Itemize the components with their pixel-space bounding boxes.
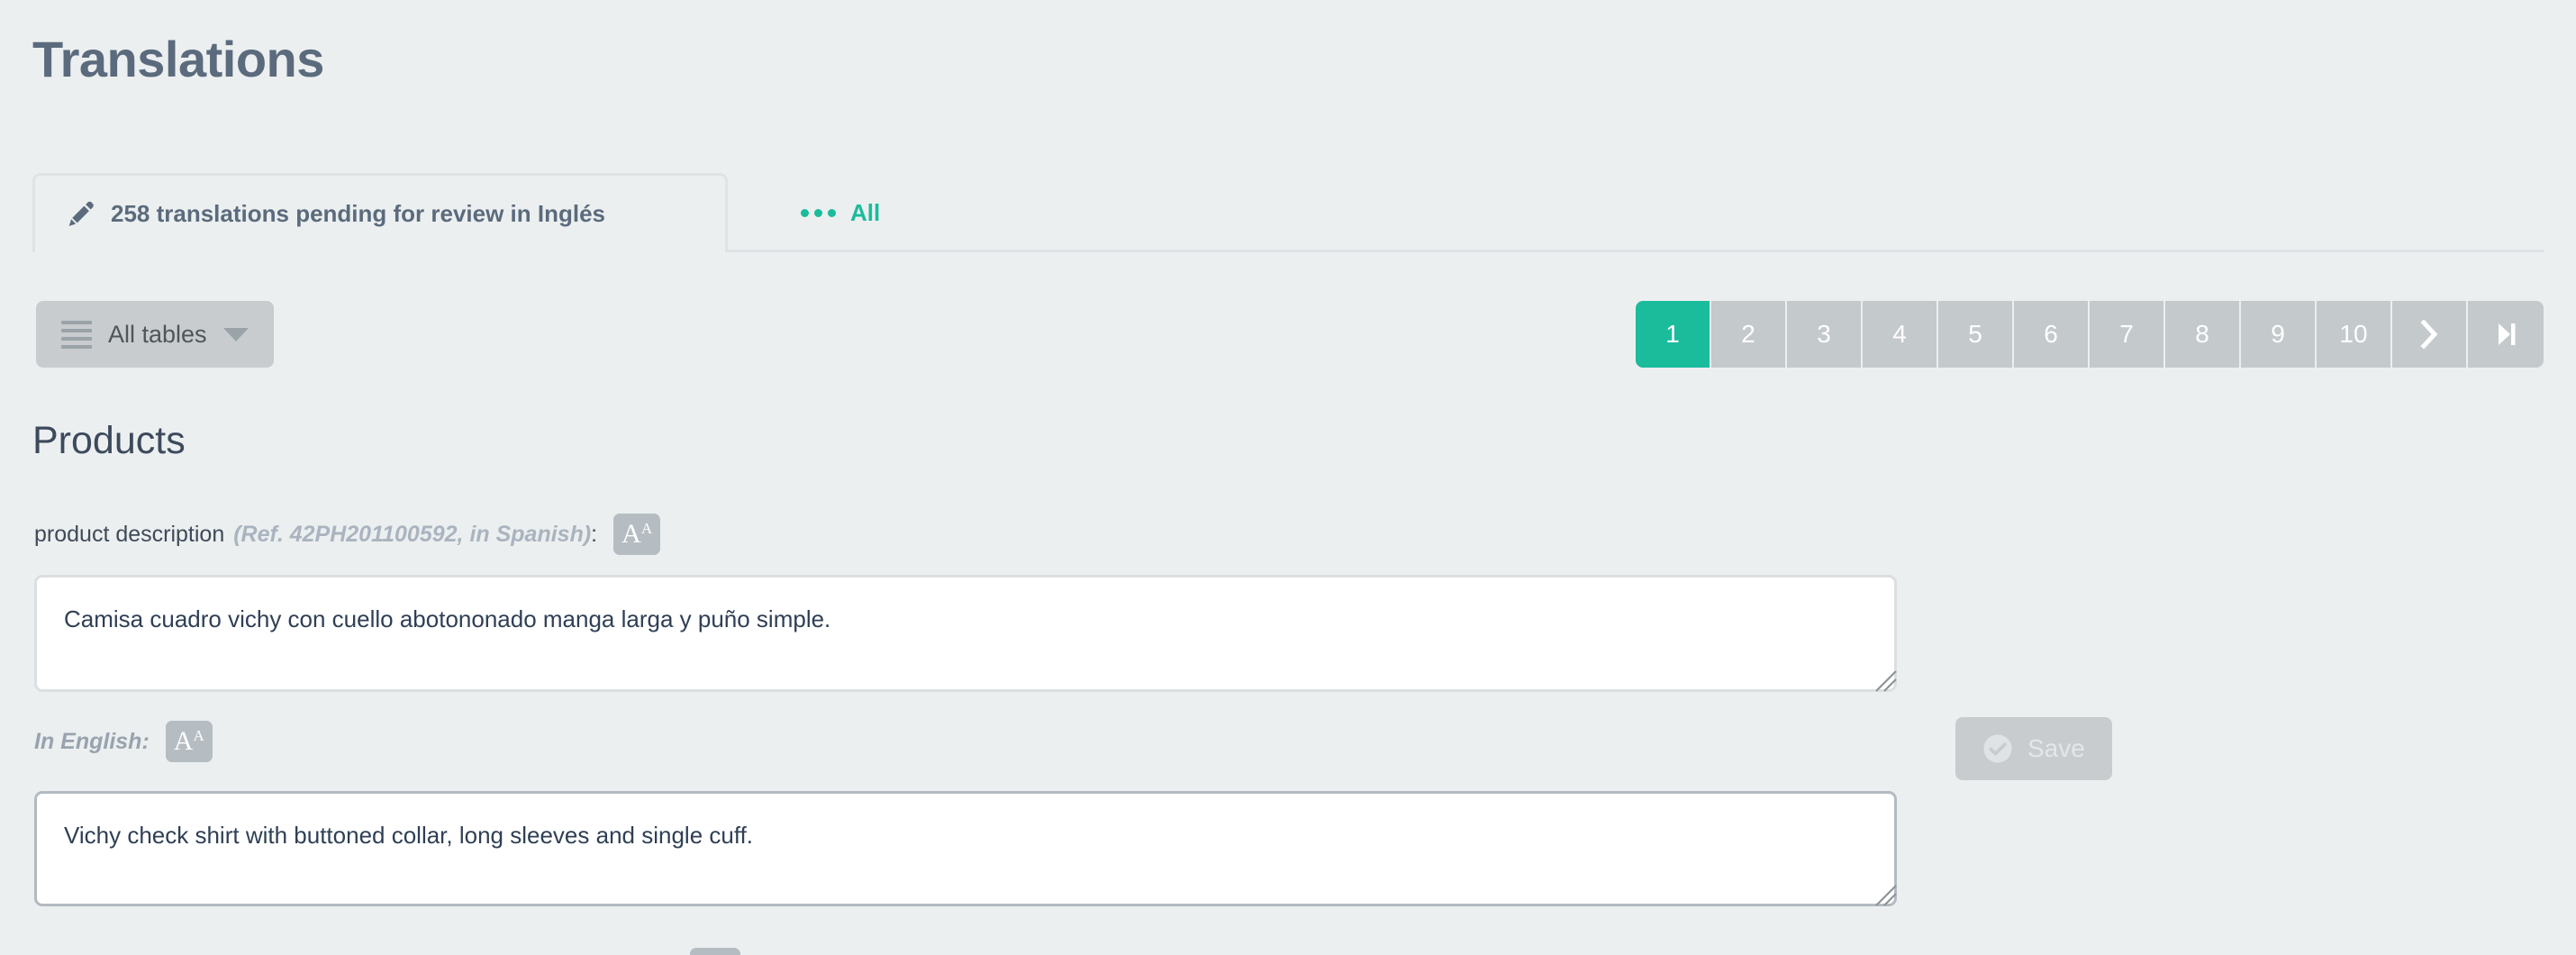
pagination-last-button[interactable] (2468, 301, 2544, 368)
target-text-input[interactable] (34, 791, 1897, 906)
check-circle-icon (1983, 734, 2012, 763)
page-button-2[interactable]: 2 (1711, 301, 1787, 368)
page-button-9[interactable]: 9 (2241, 301, 2317, 368)
source-text-input[interactable] (34, 575, 1897, 692)
ellipsis-icon (801, 208, 836, 217)
target-language-label: In English: (34, 728, 150, 754)
tab-pending-review-label: 258 translations pending for review in I… (111, 200, 606, 227)
page-button-10[interactable]: 10 (2317, 301, 2392, 368)
font-size-big-a: A (621, 519, 641, 549)
page-button-3[interactable]: 3 (1787, 301, 1863, 368)
tab-strip: 258 translations pending for review in I… (0, 173, 2576, 252)
tab-all-label: All (850, 198, 881, 226)
translations-page: Translations 258 translations pending fo… (0, 0, 2576, 955)
page-button-4[interactable]: 4 (1863, 301, 1938, 368)
tab-strip-divider (725, 250, 2544, 252)
page-button-8[interactable]: 8 (2165, 301, 2241, 368)
target-language-label-row: In English: AA (34, 721, 213, 762)
page-button-6[interactable]: 6 (2014, 301, 2090, 368)
skip-to-end-icon (2499, 323, 2516, 345)
chevron-down-icon (222, 327, 249, 341)
pencil-icon (68, 201, 94, 226)
toolbar: All tables 1 2 3 4 5 6 7 8 9 10 (0, 301, 2576, 371)
save-button-label: Save (2027, 734, 2085, 762)
save-button[interactable]: Save (1955, 717, 2112, 780)
target-font-size-button[interactable]: AA (165, 721, 213, 762)
section-title-products: Products (32, 419, 186, 462)
page-button-5[interactable]: 5 (1938, 301, 2014, 368)
target-font-size-big-a: A (173, 726, 194, 756)
field-reference: (Ref. 42PH201100592, in Spanish) (233, 521, 592, 547)
all-tables-label: All tables (108, 320, 207, 348)
tab-all[interactable]: All (770, 173, 911, 252)
field-label-colon: : (591, 521, 598, 547)
tab-pending-review[interactable]: 258 translations pending for review in I… (32, 173, 728, 252)
pagination-next-button[interactable] (2392, 301, 2468, 368)
page-button-7[interactable]: 7 (2090, 301, 2165, 368)
burger-icon (61, 320, 92, 349)
field-name: product description (34, 521, 225, 547)
page-title: Translations (32, 31, 324, 87)
font-size-small-a: A (640, 519, 653, 537)
next-row-font-size-button[interactable] (690, 948, 740, 955)
page-button-1[interactable]: 1 (1636, 301, 1711, 368)
chevron-right-icon (2420, 319, 2438, 350)
field-label-row: product description (Ref. 42PH201100592,… (34, 514, 661, 555)
target-font-size-small-a: A (193, 726, 204, 744)
all-tables-dropdown[interactable]: All tables (36, 301, 274, 368)
source-font-size-button[interactable]: AA (613, 514, 661, 555)
pagination: 1 2 3 4 5 6 7 8 9 10 (1636, 301, 2544, 368)
